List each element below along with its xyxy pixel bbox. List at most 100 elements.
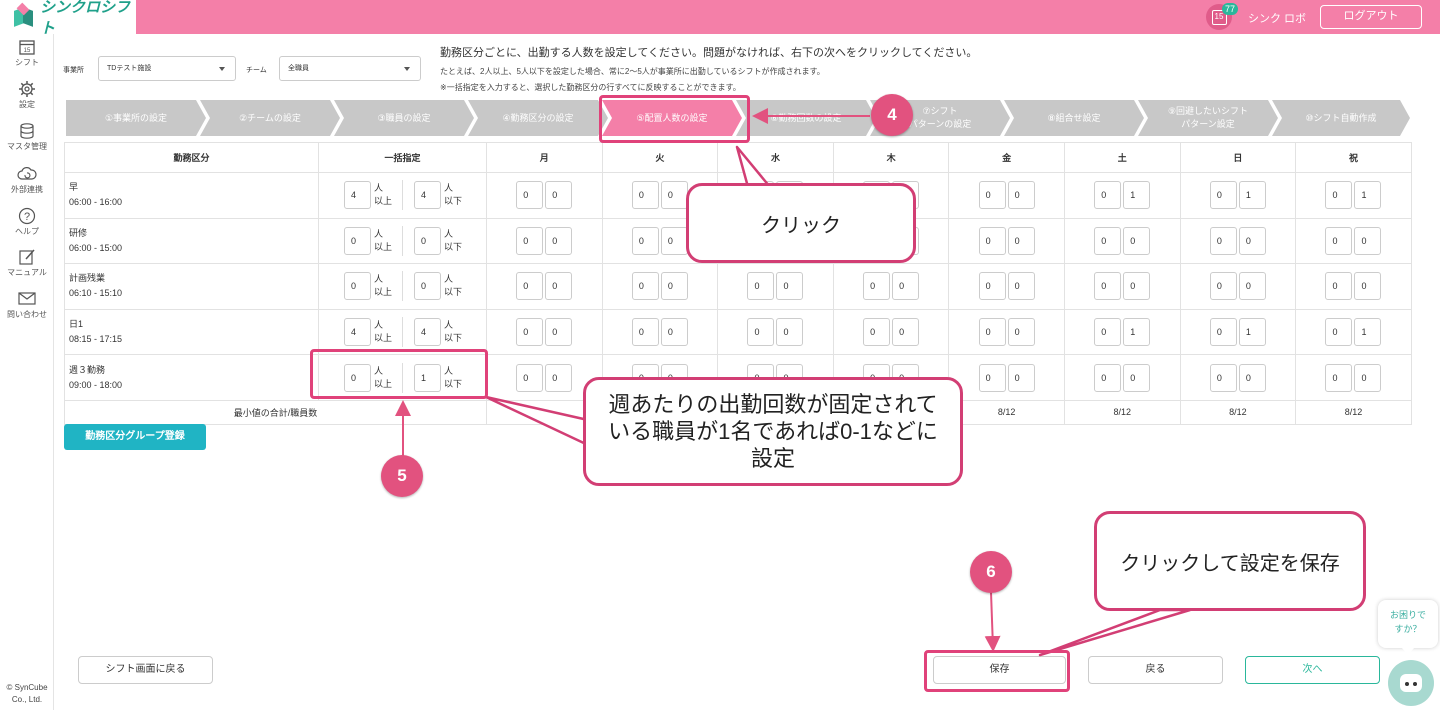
bulk-max-input[interactable]: 4 (414, 318, 441, 347)
day-min-input[interactable]: 0 (978, 318, 1006, 347)
day-min-input[interactable]: 0 (1325, 318, 1353, 347)
day-max-input[interactable]: 0 (545, 181, 573, 210)
day-min-input[interactable]: 0 (1209, 318, 1237, 347)
step-work-count[interactable]: ⑥勤務回数の設定 (736, 100, 876, 136)
day-min-input[interactable]: 0 (1325, 226, 1353, 255)
day-max-input[interactable]: 0 (660, 181, 688, 210)
day-max-input[interactable]: 0 (660, 318, 688, 347)
day-max-input[interactable]: 0 (1238, 226, 1266, 255)
sidebar-item-manual[interactable]: マニュアル (0, 248, 54, 278)
day-max-input[interactable]: 1 (1238, 318, 1266, 347)
day-min-input[interactable]: 0 (1325, 272, 1353, 301)
day-max-input[interactable]: 0 (660, 272, 688, 301)
back-button[interactable]: 戻る (1088, 656, 1223, 684)
day-min-input[interactable]: 0 (1209, 363, 1237, 392)
bulk-max-input[interactable]: 4 (414, 181, 441, 210)
day-max-input[interactable]: 0 (545, 363, 573, 392)
day-min-input[interactable]: 0 (1209, 272, 1237, 301)
day-max-input[interactable]: 0 (660, 226, 688, 255)
robot-assistant-icon[interactable] (1388, 660, 1434, 706)
back-to-shift-button[interactable]: シフト画面に戻る (78, 656, 213, 684)
team-select[interactable]: 全職員 (279, 56, 421, 81)
day-min-input[interactable]: 0 (1325, 363, 1353, 392)
bulk-min-input[interactable]: 4 (343, 181, 371, 210)
day-max-input[interactable]: 1 (1123, 318, 1151, 347)
day-min-input[interactable]: 0 (863, 318, 891, 347)
day-min-input[interactable]: 0 (1209, 226, 1237, 255)
day-max-input[interactable]: 0 (1238, 363, 1266, 392)
day-max-input[interactable]: 0 (1007, 272, 1035, 301)
day-min-input[interactable]: 0 (747, 272, 775, 301)
day-min-input[interactable]: 0 (516, 363, 544, 392)
day-min-input[interactable]: 0 (631, 318, 659, 347)
sidebar-item-master[interactable]: マスタ管理 (0, 122, 54, 152)
step-office[interactable]: ①事業所の設定 (66, 100, 206, 136)
day-min-input[interactable]: 0 (863, 272, 891, 301)
day-max-input[interactable]: 0 (892, 272, 920, 301)
day-max-input[interactable]: 0 (776, 318, 804, 347)
day-min-input[interactable]: 0 (516, 272, 544, 301)
day-min-input[interactable]: 0 (1094, 363, 1122, 392)
app-logo[interactable]: シンクロシフト (0, 0, 136, 37)
day-min-input[interactable]: 0 (978, 181, 1006, 210)
day-min-input[interactable]: 0 (631, 226, 659, 255)
day-min-input[interactable]: 0 (516, 318, 544, 347)
sidebar-item-shift[interactable]: 15 シフト (0, 38, 54, 68)
day-min-input[interactable]: 0 (1094, 318, 1122, 347)
day-min-input[interactable]: 0 (631, 272, 659, 301)
day-min-input[interactable]: 0 (631, 181, 659, 210)
day-max-input[interactable]: 0 (1354, 226, 1382, 255)
day-max-input[interactable]: 0 (1123, 226, 1151, 255)
day-max-input[interactable]: 0 (545, 272, 573, 301)
bulk-min-input[interactable]: 4 (343, 318, 371, 347)
day-min-input[interactable]: 0 (747, 318, 775, 347)
day-min-input[interactable]: 0 (1094, 226, 1122, 255)
day-max-input[interactable]: 1 (1238, 181, 1266, 210)
day-max-input[interactable]: 0 (776, 272, 804, 301)
day-max-input[interactable]: 0 (1354, 363, 1382, 392)
day-max-input[interactable]: 0 (1007, 363, 1035, 392)
day-min-input[interactable]: 0 (978, 226, 1006, 255)
day-max-input[interactable]: 0 (1238, 272, 1266, 301)
day-max-input[interactable]: 0 (545, 318, 573, 347)
day-max-input[interactable]: 0 (1007, 226, 1035, 255)
bulk-max-input[interactable]: 0 (414, 226, 441, 255)
sidebar-item-integration[interactable]: 外部連携 (0, 165, 54, 195)
office-select[interactable]: TDテスト施設 (98, 56, 236, 81)
day-max-input[interactable]: 0 (1123, 272, 1151, 301)
day-max-input[interactable]: 0 (1123, 363, 1151, 392)
day-max-input[interactable]: 0 (892, 318, 920, 347)
step-staff[interactable]: ③職員の設定 (334, 100, 474, 136)
sidebar-item-help[interactable]: ? ヘルプ (0, 207, 54, 237)
day-max-input[interactable]: 1 (1354, 318, 1382, 347)
step-team[interactable]: ②チームの設定 (200, 100, 340, 136)
sidebar-item-settings[interactable]: 設定 (0, 80, 54, 110)
sidebar-item-contact[interactable]: 問い合わせ (0, 290, 54, 320)
day-min-input[interactable]: 0 (516, 181, 544, 210)
bulk-min-input[interactable]: 0 (343, 272, 371, 301)
day-max-input[interactable]: 0 (1007, 318, 1035, 347)
instruction-text: 勤務区分ごとに、出勤する人数を設定してください。問題がなければ、右下の次へをクリ… (440, 47, 978, 59)
step-work-category[interactable]: ④勤務区分の設定 (468, 100, 608, 136)
day-max-input[interactable]: 0 (545, 226, 573, 255)
day-min-input[interactable]: 0 (978, 363, 1006, 392)
step-auto-create[interactable]: ⑩シフト自動作成 (1272, 100, 1410, 136)
day-max-input[interactable]: 1 (1354, 181, 1382, 210)
step-avoid-pattern[interactable]: ⑨回避したいシフト パターン設定 (1138, 100, 1278, 136)
day-min-input[interactable]: 0 (1094, 272, 1122, 301)
day-min-input[interactable]: 0 (1094, 181, 1122, 210)
day-max-input[interactable]: 0 (1007, 181, 1035, 210)
day-max-input[interactable]: 1 (1123, 181, 1151, 210)
day-min-input[interactable]: 0 (1209, 181, 1237, 210)
day-min-input[interactable]: 0 (978, 272, 1006, 301)
help-bubble[interactable]: お困りで すか？ (1378, 600, 1438, 655)
day-min-input[interactable]: 0 (1325, 181, 1353, 210)
day-min-input[interactable]: 0 (516, 226, 544, 255)
bulk-max-input[interactable]: 0 (414, 272, 441, 301)
logout-button[interactable]: ログアウト (1320, 5, 1422, 29)
step-combination[interactable]: ⑧組合せ設定 (1004, 100, 1144, 136)
next-button[interactable]: 次へ (1245, 656, 1380, 684)
day-max-input[interactable]: 0 (1354, 272, 1382, 301)
work-group-register-button[interactable]: 勤務区分グループ登録 (64, 424, 206, 450)
bulk-min-input[interactable]: 0 (343, 226, 371, 255)
